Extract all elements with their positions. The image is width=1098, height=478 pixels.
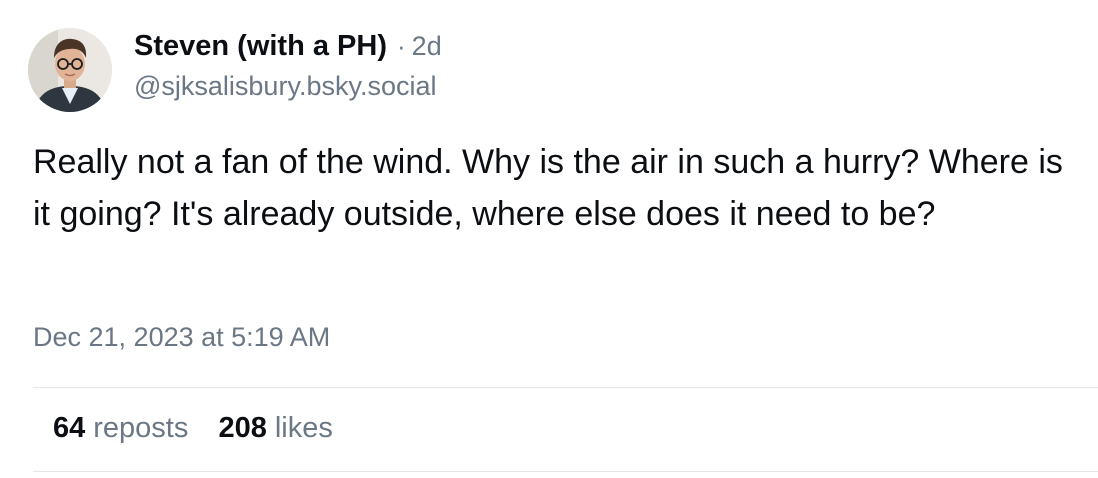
- author-display-name[interactable]: Steven (with a PH): [134, 30, 387, 63]
- relative-time: 2d: [411, 31, 442, 61]
- post-stats: 64 reposts 208 likes: [53, 412, 333, 445]
- avatar[interactable]: [28, 28, 112, 112]
- post-text: Really not a fan of the wind. Why is the…: [33, 143, 1063, 233]
- post-timestamp: Dec 21, 2023 at 5:19 AM: [33, 322, 331, 352]
- divider-top: [33, 387, 1098, 388]
- post-header: Steven (with a PH) · 2d @sjksalisbury.bs…: [134, 30, 442, 102]
- likes-count: 208: [218, 412, 267, 444]
- reposts-label: reposts: [93, 412, 189, 444]
- likes-label: likes: [274, 412, 333, 444]
- reposts-count: 64: [53, 412, 86, 444]
- separator-dot: ·: [397, 31, 406, 61]
- likes-stat[interactable]: 208 likes: [218, 412, 332, 444]
- avatar-image: [28, 28, 112, 112]
- author-handle[interactable]: @sjksalisbury.bsky.social: [134, 71, 442, 102]
- author-line: Steven (with a PH) · 2d: [134, 30, 442, 63]
- divider-bottom: [33, 471, 1098, 472]
- reposts-stat[interactable]: 64 reposts: [53, 412, 196, 444]
